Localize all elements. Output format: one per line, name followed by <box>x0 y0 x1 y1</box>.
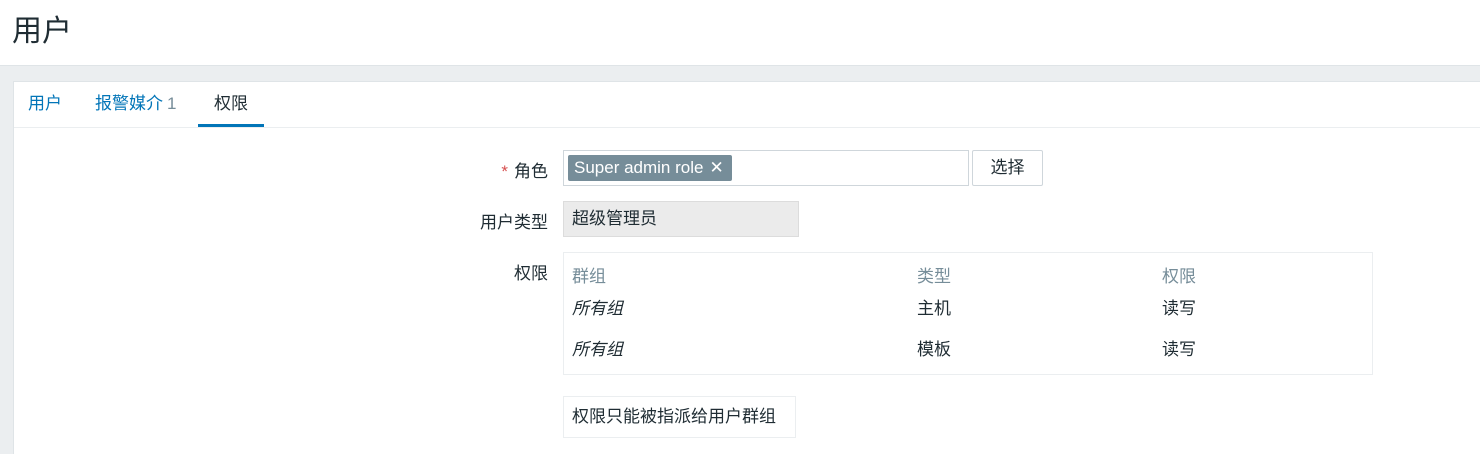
table-row-0-type: 主机 <box>917 299 951 318</box>
user-type-field: 超级管理员 <box>563 201 799 237</box>
tab-permissions[interactable]: 权限 <box>198 82 264 127</box>
select-button[interactable]: 选择 <box>972 150 1043 186</box>
page-header: 用户 <box>0 0 1480 66</box>
column-header-permission: 权限 <box>1162 267 1196 286</box>
table-row-1-permission: 读写 <box>1162 340 1196 359</box>
page-title: 用户 <box>12 15 72 48</box>
table-row-0-permission: 读写 <box>1162 299 1196 318</box>
role-label: * 角色 <box>501 157 548 182</box>
column-header-type: 类型 <box>917 267 951 286</box>
role-multiselect[interactable]: Super admin role ✕ <box>563 150 969 186</box>
permissions-note: 权限只能被指派给用户群组 <box>563 396 796 438</box>
table-row-1-type: 模板 <box>917 340 951 359</box>
table-row-0-group: 所有组 <box>572 299 623 318</box>
permissions-label: 权限 <box>514 264 548 283</box>
tab-media-count: 1 <box>167 94 177 113</box>
tab-permissions-label: 权限 <box>214 94 248 113</box>
role-label-text: 角色 <box>514 162 548 181</box>
tab-bar: 用户 报警媒介 1 权限 <box>14 82 1480 128</box>
tab-media[interactable]: 报警媒介 1 <box>95 82 176 127</box>
table-row-1-group: 所有组 <box>572 340 623 359</box>
tab-user-label: 用户 <box>28 94 62 113</box>
permissions-table: 群组 类型 权限 所有组 主机 读写 所有组 模板 读写 <box>563 252 1373 375</box>
column-header-group: 群组 <box>572 267 606 286</box>
tab-media-label: 报警媒介 <box>95 94 163 113</box>
tab-user[interactable]: 用户 <box>28 82 62 127</box>
user-type-label: 用户类型 <box>480 213 548 232</box>
required-marker: * <box>501 162 508 181</box>
role-chip: Super admin role ✕ <box>568 155 732 181</box>
role-chip-label: Super admin role <box>574 158 704 177</box>
user-form-panel: 用户 报警媒介 1 权限 * 角色 Super admin role ✕ 选择 用户类… <box>13 81 1480 454</box>
close-icon[interactable]: ✕ <box>709 155 723 181</box>
